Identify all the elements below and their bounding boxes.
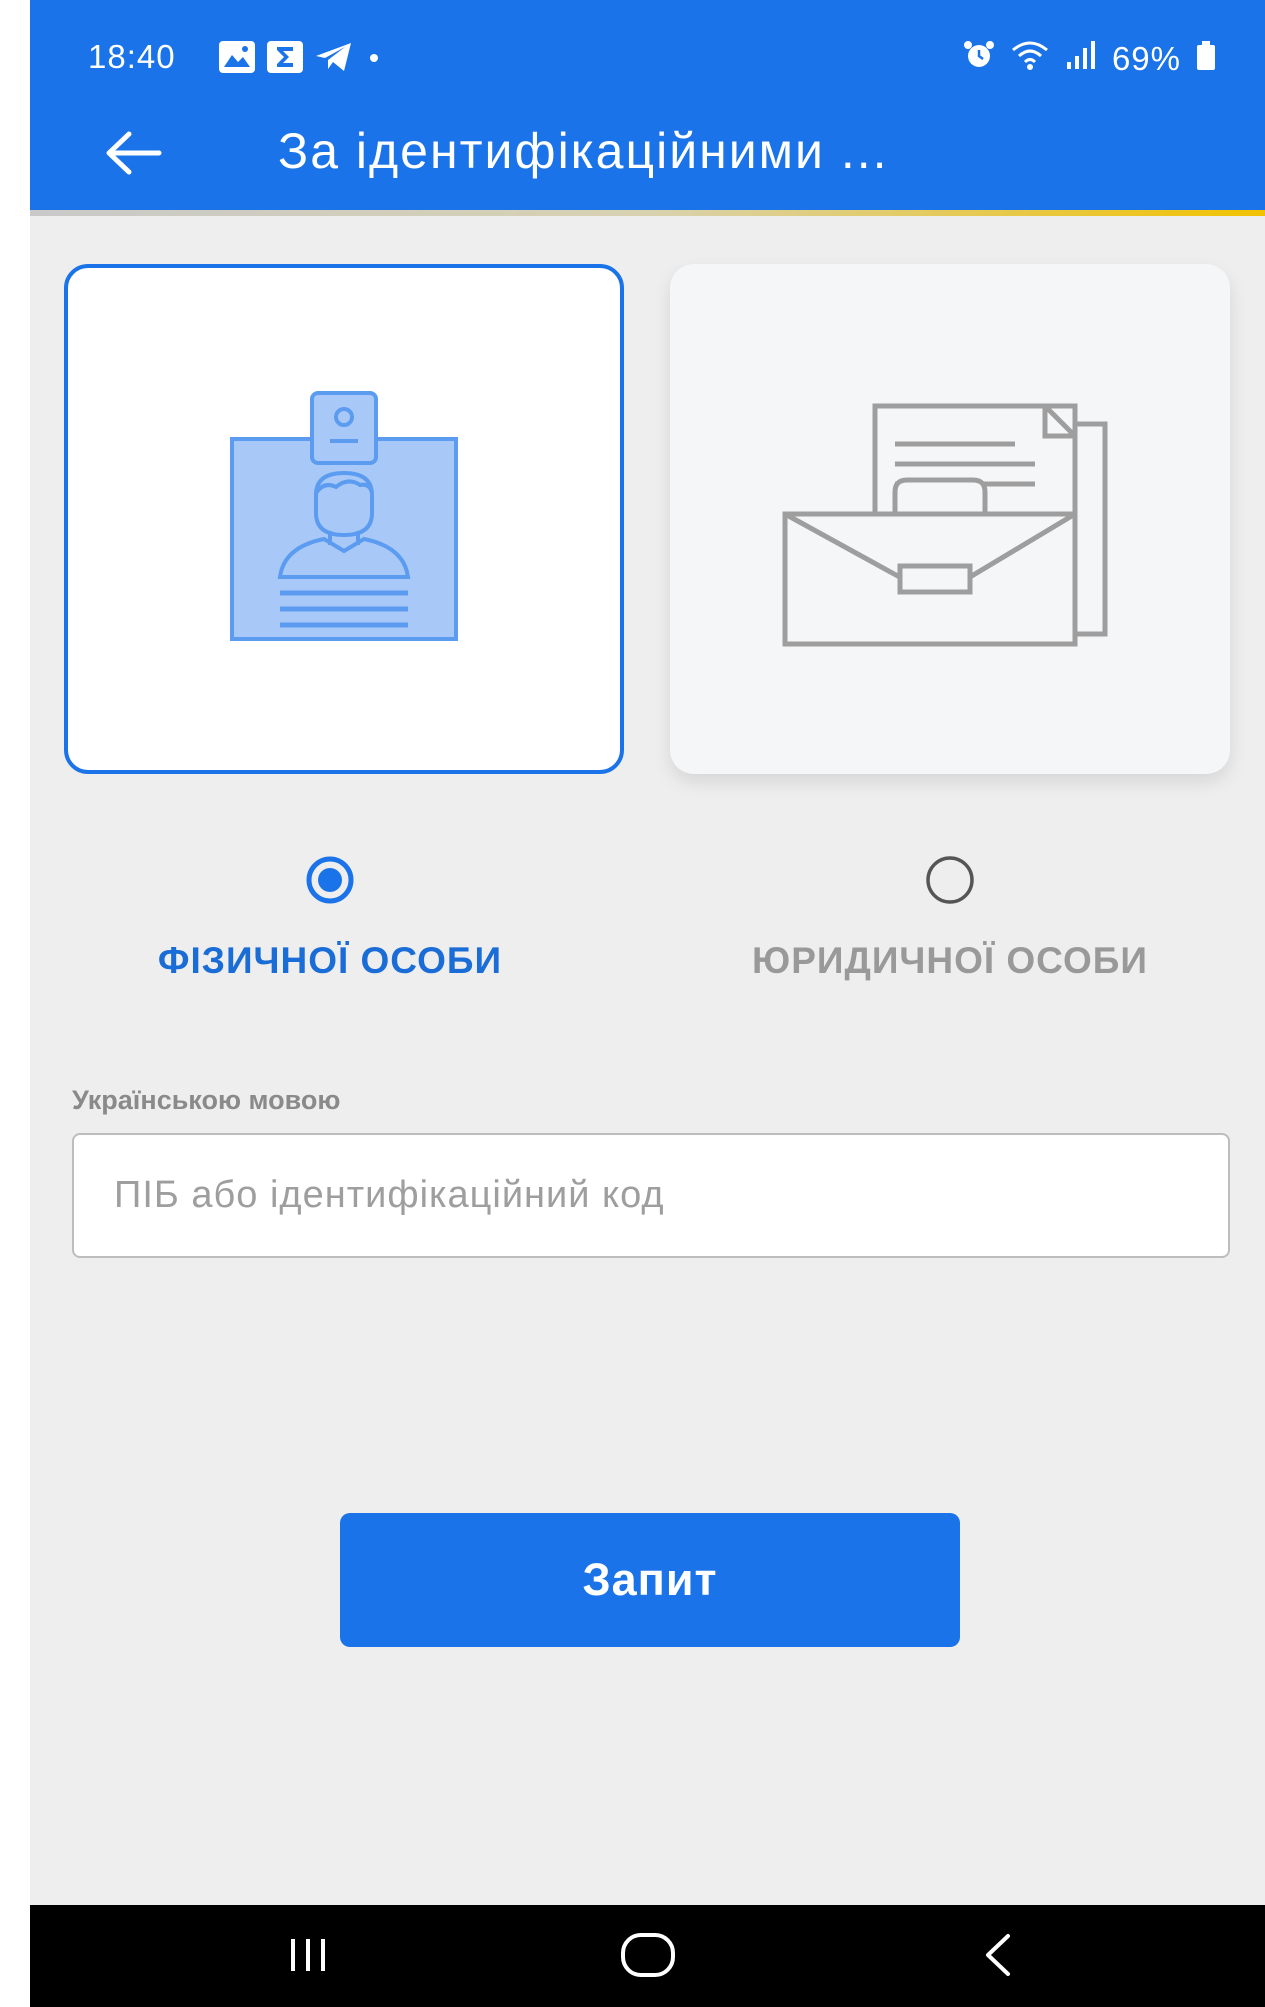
id-badge-icon — [230, 391, 458, 641]
phone-screen: 18:40 69% За ідентифікаційними ... ФІЗИЧ… — [30, 0, 1265, 2007]
app-title-row: За ідентифікаційними ... — [30, 110, 1265, 205]
back-button[interactable] — [98, 118, 168, 188]
arrow-left-icon — [106, 131, 162, 175]
option-individual-label: ФІЗИЧНОЇ ОСОБИ — [157, 940, 503, 981]
more-notifications-dot-icon — [364, 40, 384, 79]
individual-card[interactable] — [64, 264, 624, 774]
chevron-left-icon — [986, 1934, 1010, 1976]
header-accent-stripe — [30, 210, 1265, 216]
status-right: 69% — [962, 38, 1217, 80]
app-bar: 18:40 69% За ідентифікаційними ... — [30, 0, 1265, 213]
battery-icon — [1195, 38, 1217, 80]
notification-icons — [218, 40, 384, 79]
battery-percent: 69% — [1111, 40, 1181, 77]
status-bar: 18:40 69% — [30, 0, 1265, 110]
request-button[interactable]: Запит — [340, 1513, 960, 1647]
page-title: За ідентифікаційними ... — [278, 123, 889, 179]
radio-selected-icon[interactable] — [305, 855, 355, 905]
sigma-app-icon — [266, 40, 304, 79]
recent-apps-button[interactable] — [268, 1925, 348, 1985]
home-button[interactable] — [608, 1925, 688, 1985]
system-back-button[interactable] — [958, 1925, 1038, 1985]
radio-unselected-icon[interactable] — [925, 855, 975, 905]
legal-entity-card[interactable] — [670, 264, 1230, 774]
search-field-label: Українською мовою — [72, 1085, 341, 1115]
option-legal-entity-label: ЮРИДИЧНОЇ ОСОБИ — [752, 940, 1148, 981]
search-input[interactable] — [72, 1133, 1230, 1258]
telegram-icon — [314, 40, 354, 79]
recent-apps-icon — [291, 1939, 325, 1971]
briefcase-documents-icon — [782, 403, 1108, 647]
system-nav-bar — [30, 1905, 1265, 2007]
wifi-icon — [1010, 38, 1050, 80]
signal-icon — [1064, 38, 1098, 80]
home-icon — [621, 1933, 675, 1977]
option-legal-entity[interactable]: ЮРИДИЧНОЇ ОСОБИ — [650, 855, 1250, 982]
gallery-icon — [218, 40, 256, 79]
page: 18:40 69% За ідентифікаційними ... ФІЗИЧ… — [0, 0, 1265, 2007]
alarm-icon — [962, 38, 996, 80]
option-individual[interactable]: ФІЗИЧНОЇ ОСОБИ — [30, 855, 630, 982]
status-time: 18:40 — [88, 38, 176, 75]
